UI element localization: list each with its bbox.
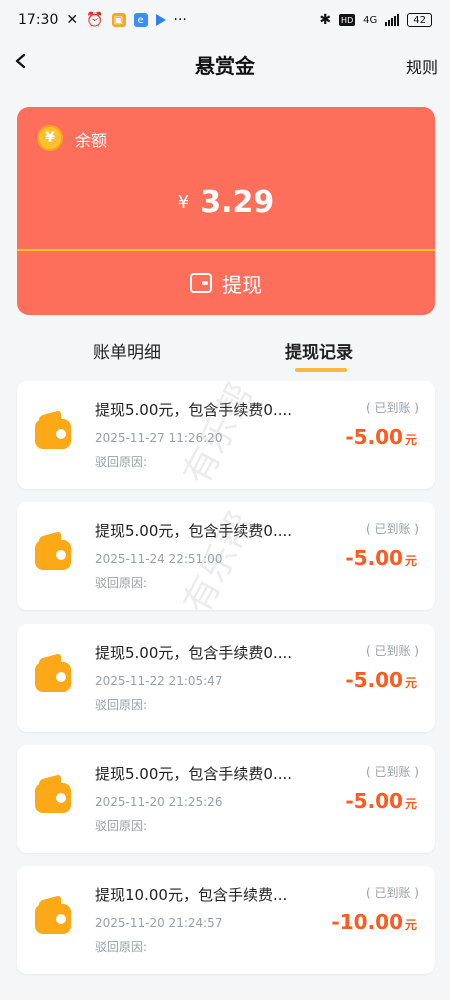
tab-bill-details-label: 账单明细 — [93, 343, 161, 363]
record-time: 2025-11-20 21:25:26 — [95, 795, 223, 809]
record-description: 提现5.00元，包含手续费0.... — [95, 644, 293, 662]
app-notification-icon: ▣ — [111, 13, 126, 27]
nav-bar: 悬赏金 规则 — [0, 40, 450, 88]
withdraw-label: 提现 — [222, 272, 262, 297]
record-amount-unit: 元 — [404, 797, 417, 811]
record-amount-value: -5.00 — [345, 668, 403, 692]
yen-coin-icon: ¥ — [37, 125, 63, 151]
wallet-icon — [35, 783, 71, 813]
record-status: ( 已到账 ) — [366, 765, 419, 779]
tab-withdraw-records[interactable]: 提现记录 — [285, 338, 353, 372]
active-tab-underline — [295, 368, 347, 372]
record-amount-unit: 元 — [404, 676, 417, 690]
record-status: ( 已到账 ) — [366, 644, 419, 658]
status-time: 17:30 — [18, 12, 59, 28]
record-amount: -5.00 元 — [345, 546, 417, 570]
status-bar: 17:30 ✕ ⏰ ▣ e ··· ✱ HD 4G 42 — [0, 0, 450, 40]
balance-card: ¥ 余额 ¥ 3.29 提现 — [17, 107, 435, 315]
record-description: 提现5.00元，包含手续费0.... — [95, 522, 293, 540]
record-description: 提现5.00元，包含手续费0.... — [95, 401, 293, 419]
record-description: 提现5.00元，包含手续费0.... — [95, 765, 293, 783]
battery-icon: 42 — [407, 13, 432, 27]
record-time: 2025-11-24 22:51:00 — [95, 552, 223, 566]
record-amount: -5.00 元 — [345, 425, 417, 449]
network-label: 4G — [363, 14, 378, 26]
more-notifications: ··· — [173, 12, 187, 28]
record-amount-unit: 元 — [404, 433, 417, 447]
record-item[interactable]: 提现5.00元，包含手续费0.... 2025-11-22 21:05:47 驳… — [17, 624, 435, 732]
record-item[interactable]: 提现10.00元，包含手续费... 2025-11-20 21:24:57 驳回… — [17, 866, 435, 974]
balance-label: 余额 — [75, 131, 108, 150]
record-item[interactable]: 提现5.00元，包含手续费0.... 2025-11-27 11:26:20 驳… — [17, 381, 435, 489]
tabs: 账单明细 提现记录 — [0, 338, 450, 378]
wallet-icon — [35, 419, 71, 449]
back-arrow-icon[interactable] — [14, 54, 28, 68]
bluetooth-icon: ✱ — [319, 12, 332, 28]
page-title: 悬赏金 — [195, 53, 255, 78]
record-amount-unit: 元 — [404, 918, 417, 932]
record-reject-reason: 驳回原因: — [95, 576, 148, 590]
record-reject-reason: 驳回原因: — [95, 698, 148, 712]
record-time: 2025-11-22 21:05:47 — [95, 674, 223, 688]
tab-withdraw-records-label: 提现记录 — [285, 343, 353, 363]
withdraw-button[interactable]: 提现 — [17, 251, 435, 315]
currency-symbol: ¥ — [177, 192, 190, 213]
browser-notification-icon: e — [133, 13, 148, 27]
record-amount: -5.00 元 — [345, 789, 417, 813]
record-item[interactable]: 提现5.00元，包含手续费0.... 2025-11-24 22:51:00 驳… — [17, 502, 435, 610]
record-amount-value: -5.00 — [345, 425, 403, 449]
balance-amount: 3.29 — [200, 185, 275, 220]
record-amount-unit: 元 — [404, 554, 417, 568]
record-status: ( 已到账 ) — [366, 401, 419, 415]
balance-amount-wrap: ¥ 3.29 — [17, 185, 435, 220]
record-amount: -5.00 元 — [345, 668, 417, 692]
wallet-icon — [35, 540, 71, 570]
record-time: 2025-11-20 21:24:57 — [95, 916, 223, 930]
signal-icon — [385, 14, 400, 26]
record-description: 提现10.00元，包含手续费... — [95, 886, 288, 904]
record-amount-value: -5.00 — [345, 789, 403, 813]
hd-icon: HD — [339, 14, 356, 26]
tab-bill-details[interactable]: 账单明细 — [93, 338, 161, 363]
alarm-icon: ⏰ — [86, 12, 104, 28]
record-time: 2025-11-27 11:26:20 — [95, 431, 223, 445]
record-amount: -10.00 元 — [331, 910, 417, 934]
record-amount-value: -10.00 — [331, 910, 403, 934]
record-reject-reason: 驳回原因: — [95, 940, 148, 954]
record-amount-value: -5.00 — [345, 546, 403, 570]
status-left: 17:30 ✕ ⏰ ▣ e ··· — [18, 12, 187, 28]
status-right: ✱ HD 4G 42 — [319, 12, 432, 28]
play-notification-icon — [155, 14, 166, 26]
rules-button[interactable]: 规则 — [406, 54, 438, 78]
record-status: ( 已到账 ) — [366, 886, 419, 900]
mute-icon: ✕ — [66, 12, 79, 28]
record-item[interactable]: 提现5.00元，包含手续费0.... 2025-11-20 21:25:26 驳… — [17, 745, 435, 853]
record-reject-reason: 驳回原因: — [95, 455, 148, 469]
wallet-icon — [35, 662, 71, 692]
wallet-outline-icon — [190, 273, 212, 293]
wallet-icon — [35, 904, 71, 934]
record-reject-reason: 驳回原因: — [95, 819, 148, 833]
record-status: ( 已到账 ) — [366, 522, 419, 536]
